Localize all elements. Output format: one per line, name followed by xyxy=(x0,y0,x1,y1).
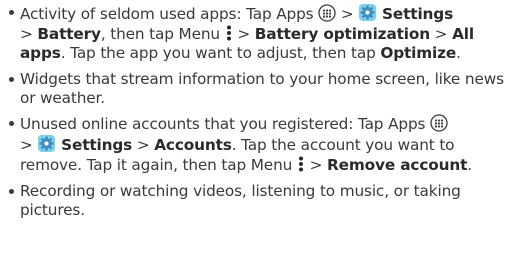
tip-seldom-used-apps: Activity of seldom used apps: Tap Apps > xyxy=(0,3,505,64)
menu-more-vert-icon xyxy=(298,155,304,173)
settings-gear-icon xyxy=(37,134,56,153)
bullet-icon xyxy=(9,10,14,15)
tip-text: Recording or watching videos, listening … xyxy=(20,181,461,219)
settings-label: Settings xyxy=(61,136,133,155)
bullet-icon xyxy=(9,188,14,194)
help-page: Activity of seldom used apps: Tap Apps > xyxy=(0,3,505,268)
bullet-icon xyxy=(9,76,14,82)
separator: > xyxy=(132,136,155,155)
menu-more-vert-icon xyxy=(226,24,232,42)
optimize-label: Optimize xyxy=(380,44,457,63)
separator: > xyxy=(340,5,354,23)
settings-label: Settings xyxy=(382,5,454,23)
apps-icon xyxy=(430,114,448,132)
tip-unused-accounts: Unused online accounts that you register… xyxy=(0,114,505,176)
tip-text: , then tap Menu xyxy=(100,25,220,44)
battery-label: Battery xyxy=(37,25,101,44)
tip-recording-media: Recording or watching videos, listening … xyxy=(0,182,505,220)
separator: > xyxy=(237,25,255,44)
remove-account-label: Remove account xyxy=(327,156,468,175)
battery-optimization-label: Battery optimization xyxy=(254,25,430,44)
separator: > xyxy=(309,156,327,175)
tip-widgets: Widgets that stream information to your … xyxy=(0,70,505,108)
bullet-icon xyxy=(9,121,14,127)
tip-text: Widgets that stream information to your … xyxy=(20,69,504,107)
period: . xyxy=(456,44,461,63)
apps-icon xyxy=(318,4,336,22)
tip-text: Unused online accounts that you register… xyxy=(20,115,426,134)
separator: > xyxy=(20,25,38,44)
tip-text: . Tap the app you want to adjust, then t… xyxy=(60,44,381,63)
period: . xyxy=(467,156,472,175)
accounts-label: Accounts xyxy=(154,136,232,155)
separator: > xyxy=(429,25,453,44)
separator: > xyxy=(20,136,33,155)
tips-list: Activity of seldom used apps: Tap Apps > xyxy=(0,3,505,220)
tip-text: Activity of seldom used apps: Tap Apps xyxy=(20,5,314,23)
settings-gear-icon xyxy=(358,3,377,22)
